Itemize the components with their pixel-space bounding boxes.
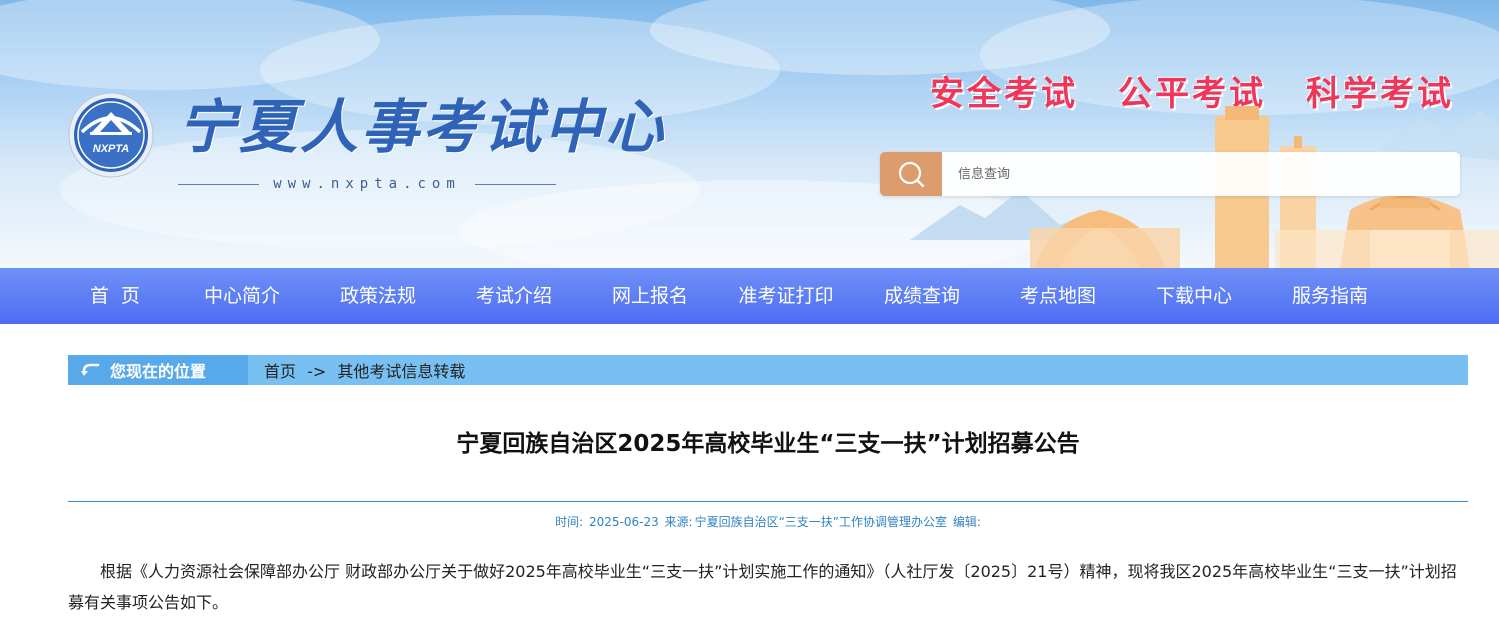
nav-item-online-registration[interactable]: 网上报名 xyxy=(582,268,718,324)
site-header: NXPTA 宁夏人事考试中心 www.nxpta.com 安全考试 公平考试 科… xyxy=(0,0,1499,268)
breadcrumb-path: 首页 -> 其他考试信息转载 xyxy=(264,358,465,382)
nav-item-score-query[interactable]: 成绩查询 xyxy=(854,268,990,324)
article-meta: 时间: 2025-06-23 来源: 宁夏回族自治区“三支一扶”工作协调管理办公室… xyxy=(68,513,1468,530)
article-body: 根据《人力资源社会保障部办公厅 财政部办公厅关于做好2025年高校毕业生“三支一… xyxy=(68,562,1457,612)
site-url: www.nxpta.com xyxy=(178,174,557,194)
nav-items: 首页 中心简介 政策法规 考试介绍 网上报名 准考证打印 成绩查询 考点地图 下… xyxy=(68,268,1398,324)
main-nav: 首页 中心简介 政策法规 考试介绍 网上报名 准考证打印 成绩查询 考点地图 下… xyxy=(0,268,1499,324)
url-rule-right xyxy=(474,183,557,185)
title-divider xyxy=(68,501,1468,502)
breadcrumb-label-text: 您现在的位置 xyxy=(110,362,207,381)
search-box xyxy=(880,152,1460,196)
nav-item-about[interactable]: 中心简介 xyxy=(174,268,310,324)
breadcrumb-current[interactable]: 其他考试信息转载 xyxy=(337,362,465,381)
nxpta-logo: NXPTA xyxy=(68,92,154,178)
meta-source: 宁夏回族自治区“三支一扶”工作协调管理办公室 xyxy=(694,515,948,529)
logo-text: NXPTA xyxy=(93,143,130,155)
nav-item-home[interactable]: 首页 xyxy=(68,268,174,324)
meta-editor-label: 编辑: xyxy=(952,515,981,529)
search-input[interactable] xyxy=(942,152,1460,196)
breadcrumb-home-link[interactable]: 首页 xyxy=(264,362,296,381)
meta-time: 2025-06-23 xyxy=(588,515,659,529)
site-title: 宁夏人事考试中心 xyxy=(178,93,667,161)
url-rule-left xyxy=(178,183,260,185)
nav-item-exam-site-map[interactable]: 考点地图 xyxy=(990,268,1126,324)
meta-source-label: 来源: xyxy=(664,515,693,529)
site-url-text: www.nxpta.com xyxy=(273,176,461,192)
search-icon xyxy=(898,161,925,188)
search-button[interactable] xyxy=(880,152,942,196)
nav-item-admission-ticket[interactable]: 准考证打印 xyxy=(718,268,854,324)
breadcrumb-separator: -> xyxy=(307,362,327,381)
nav-item-exam-intro[interactable]: 考试介绍 xyxy=(446,268,582,324)
nav-item-policies[interactable]: 政策法规 xyxy=(310,268,446,324)
nav-item-downloads[interactable]: 下载中心 xyxy=(1126,268,1262,324)
nav-item-service-guide[interactable]: 服务指南 xyxy=(1262,268,1398,324)
meta-time-label: 时间: xyxy=(555,515,584,529)
breadcrumb-label: 您现在的位置 xyxy=(68,355,248,385)
return-arrow-icon xyxy=(81,363,100,376)
breadcrumb: 您现在的位置 首页 -> 其他考试信息转载 xyxy=(68,355,1468,385)
article-title: 宁夏回族自治区2025年高校毕业生“三支一扶”计划招募公告 xyxy=(456,431,1080,457)
